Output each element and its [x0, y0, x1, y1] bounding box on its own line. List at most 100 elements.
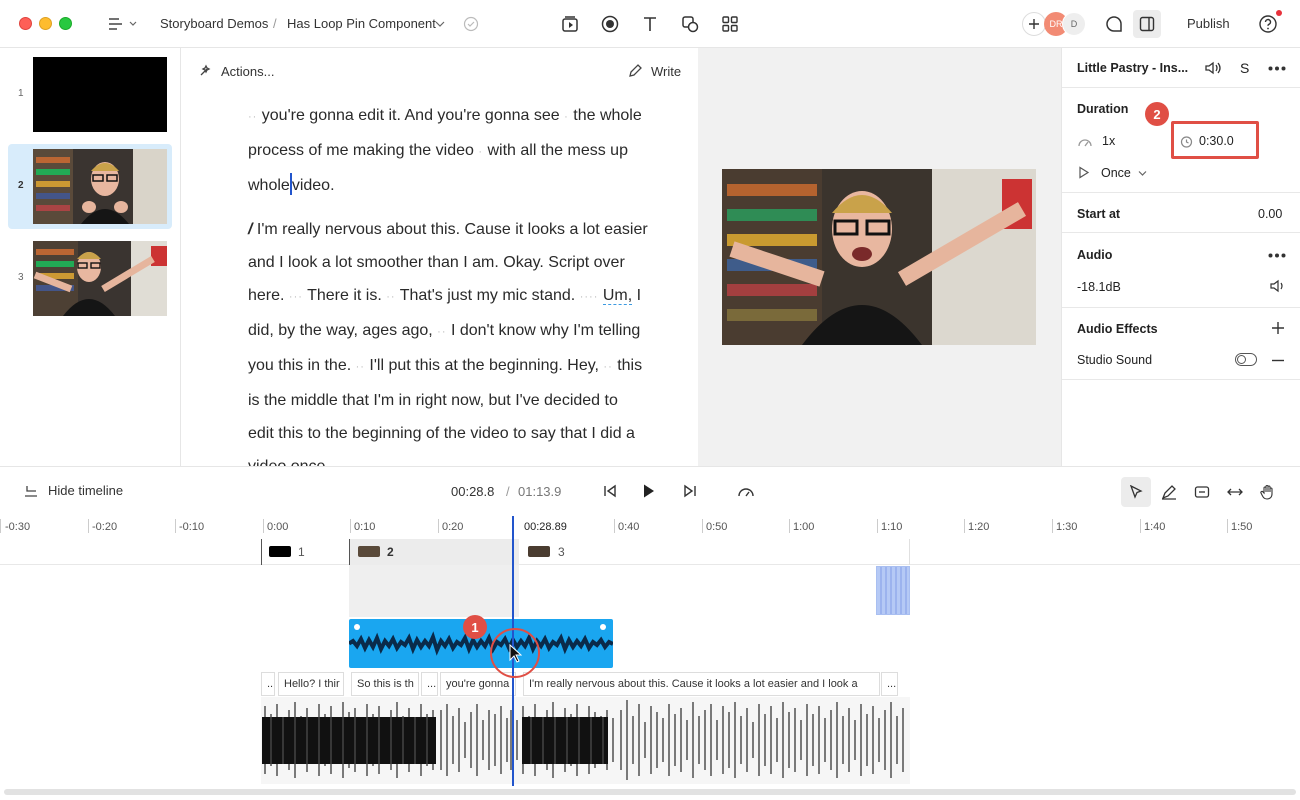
clip-handle[interactable] [600, 624, 606, 630]
chevron-down-icon[interactable] [435, 20, 445, 28]
video-layer[interactable] [722, 169, 1036, 345]
edit-tool-button[interactable] [1158, 481, 1180, 503]
pause-marker[interactable]: ·· [437, 326, 446, 338]
pause-marker[interactable]: · [478, 146, 483, 158]
skip-back-icon[interactable] [603, 484, 617, 498]
minus-icon[interactable] [1271, 359, 1285, 362]
stretch-tool-button[interactable] [1224, 481, 1246, 503]
ruler-tick-label: 1:30 [1056, 521, 1078, 533]
layouts-button[interactable] [720, 14, 740, 34]
record-icon [601, 15, 619, 33]
start-at-value[interactable]: 0.00 [1258, 207, 1282, 221]
script-text[interactable]: video. [292, 177, 335, 194]
pause-marker[interactable]: · [564, 111, 569, 123]
script-paragraph[interactable]: / I'm really nervous about this. Cause i… [248, 213, 648, 466]
hand-tool-button[interactable] [1257, 481, 1279, 503]
pencil-icon [629, 64, 642, 77]
timeline-scene-1[interactable]: 1 [261, 539, 350, 565]
avatar[interactable]: D [1062, 12, 1086, 36]
invite-button[interactable] [1022, 12, 1046, 36]
toggle-knob [1237, 355, 1246, 364]
speed-value[interactable]: 1x [1102, 134, 1115, 148]
script-text[interactable]: That's just my mic stand. [400, 287, 576, 304]
playback-speed-icon[interactable] [737, 484, 755, 498]
speaker-icon[interactable] [1204, 60, 1222, 76]
loop-mode-value[interactable]: Once [1101, 166, 1131, 180]
skip-forward-icon[interactable] [683, 484, 697, 498]
s-button[interactable]: S [1240, 60, 1249, 76]
scene-item-selected[interactable]: 2 [8, 144, 172, 229]
layer-title[interactable]: Little Pastry - Ins... [1077, 61, 1188, 75]
more-icon[interactable] [1268, 253, 1286, 258]
select-tool-button[interactable] [1121, 477, 1151, 507]
loop-pin-clip[interactable] [876, 566, 910, 615]
scene-2-region [349, 565, 519, 617]
scene-break-marker[interactable]: / [248, 221, 252, 238]
transcript-word[interactable]: I'm really nervous about this. Cause it … [523, 672, 880, 696]
scene-item[interactable]: 1 [8, 52, 172, 137]
pause-marker[interactable]: ··· [289, 291, 303, 303]
text-tool-button[interactable] [640, 14, 660, 34]
publish-button[interactable]: Publish [1187, 16, 1230, 31]
audio-level-value[interactable]: -18.1dB [1077, 280, 1121, 294]
duration-value: 0:30.0 [1199, 134, 1234, 148]
actions-button[interactable]: Actions... [197, 63, 274, 79]
script-paragraph[interactable]: ·· you're gonna edit it. And you're gonn… [248, 99, 648, 202]
shapes-icon [682, 16, 699, 33]
speed-icon [1078, 139, 1092, 147]
ruler-tick-label: 1:10 [881, 521, 903, 533]
pause-marker[interactable]: ·· [386, 291, 395, 303]
studio-sound-toggle[interactable] [1235, 353, 1257, 366]
plus-icon[interactable] [1271, 321, 1285, 335]
scene-label: 3 [558, 545, 565, 559]
ruler-tick-label: 0:20 [442, 521, 464, 533]
transcript-word[interactable]: .. [261, 672, 275, 696]
transcript-word[interactable]: ... [421, 672, 438, 696]
volume-icon[interactable] [1269, 279, 1285, 293]
trim-tool-button[interactable] [1191, 481, 1213, 503]
pause-marker[interactable]: ···· [580, 291, 599, 303]
toggle-sidebar-button[interactable] [1133, 10, 1161, 38]
chevron-down-icon[interactable] [1138, 170, 1147, 177]
time-ruler[interactable]: -0:30 -0:20 -0:10 0:00 0:10 0:20 0:40 0:… [0, 515, 1300, 539]
hide-timeline-button[interactable]: Hide timeline [24, 483, 123, 498]
sidebar-icon [1139, 16, 1155, 32]
ruler-tick-label: 1:40 [1144, 521, 1166, 533]
minimize-window-button[interactable] [39, 17, 52, 30]
script-text[interactable]: There it is. [307, 287, 382, 304]
pause-marker[interactable]: ·· [356, 361, 365, 373]
script-text[interactable]: I'll put this at the beginning. Hey, [369, 357, 599, 374]
timeline-scene-2[interactable]: 2 [349, 539, 519, 565]
transcript-word[interactable]: Hello? I thir [278, 672, 344, 696]
shapes-button[interactable] [680, 14, 700, 34]
pause-marker[interactable]: ·· [603, 361, 612, 373]
scene-number: 2 [18, 180, 24, 191]
play-icon[interactable] [642, 483, 656, 499]
clip-handle[interactable] [354, 624, 360, 630]
actions-label: Actions... [221, 63, 275, 79]
record-button[interactable] [600, 14, 620, 34]
scene-thumbnail [33, 57, 167, 132]
pause-marker[interactable]: ·· [248, 111, 257, 123]
write-button[interactable]: Write [627, 63, 681, 79]
breadcrumb-project[interactable]: Storyboard Demos [160, 16, 268, 31]
more-icon[interactable] [1268, 66, 1286, 71]
breadcrumb-document[interactable]: Has Loop Pin Component [287, 16, 436, 31]
add-scene-button[interactable] [560, 14, 580, 34]
timeline-scene-3[interactable]: 3 [519, 539, 910, 565]
filler-word[interactable]: Um, [602, 287, 633, 305]
duration-field[interactable]: 0:30.0 [1171, 121, 1259, 159]
help-button[interactable] [1258, 14, 1278, 34]
transcript-word[interactable]: ... [881, 672, 898, 696]
main-menu-button[interactable] [104, 14, 140, 34]
maximize-window-button[interactable] [59, 17, 72, 30]
scene-item[interactable]: 3 [8, 236, 172, 321]
main-audio-track[interactable] [261, 697, 910, 784]
comments-button[interactable] [1104, 14, 1124, 34]
transcript-word[interactable]: So this is th [351, 672, 419, 696]
breadcrumb-separator: / [273, 16, 277, 31]
script-text[interactable]: you're gonna edit it. And you're gonna s… [262, 107, 560, 124]
timeline-scrollbar[interactable] [4, 789, 1296, 795]
close-window-button[interactable] [19, 17, 32, 30]
scene-thumbnail [33, 241, 167, 316]
